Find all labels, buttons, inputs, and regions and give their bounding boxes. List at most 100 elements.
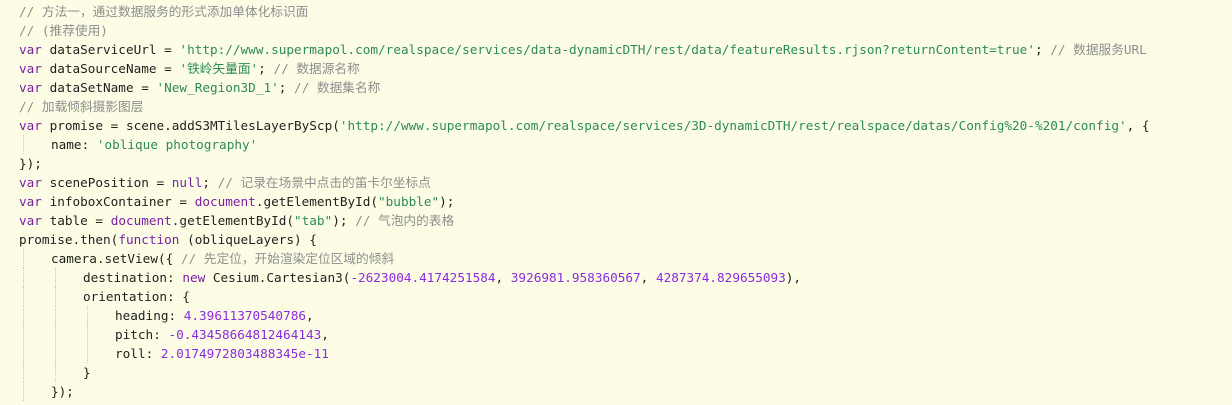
code-token-kw: document bbox=[194, 194, 256, 209]
code-token-pl: : bbox=[145, 346, 161, 361]
code-token-pl: .setView({ bbox=[96, 251, 181, 266]
code-editor[interactable]: // 方法一，通过数据服务的形式添加单体化标识面 // (推荐使用) var dat… bbox=[0, 0, 1232, 405]
code-token-str: "tab" bbox=[294, 213, 333, 228]
indent-guide bbox=[23, 135, 24, 154]
code-token-id: dataServiceUrl bbox=[49, 42, 157, 57]
code-token-id: table bbox=[49, 213, 88, 228]
code-token-id: promise bbox=[19, 232, 73, 247]
code-token-id: roll bbox=[115, 346, 146, 361]
code-line: camera.setView({ // 先定位，开始渲染定位区域的倾斜 bbox=[51, 249, 394, 268]
code-token-id: heading bbox=[115, 308, 169, 323]
code-token-pl: , { bbox=[1126, 118, 1150, 133]
code-token-num: 4.39611370540786 bbox=[183, 308, 306, 323]
code-line: }); bbox=[51, 382, 74, 401]
code-token-id: dataSourceName bbox=[49, 61, 157, 76]
code-line: var dataSourceName = '铁岭矢量面'; // 数据源名称 bbox=[19, 59, 360, 78]
code-token-id: infoboxContainer bbox=[49, 194, 172, 209]
indent-guide bbox=[55, 306, 56, 325]
code-token-cmt: // 数据服务URL bbox=[1050, 42, 1147, 57]
code-token-pl: , bbox=[321, 327, 329, 342]
indent-guide bbox=[87, 344, 88, 363]
code-token-pl: ; bbox=[202, 175, 218, 190]
code-token-str: '铁岭矢量面' bbox=[179, 61, 259, 76]
code-token-id: camera bbox=[51, 251, 97, 266]
code-token-pl: .getElementById( bbox=[255, 194, 379, 209]
code-line: var infoboxContainer = document.getEleme… bbox=[19, 192, 454, 211]
indent-guide bbox=[23, 382, 24, 401]
code-token-str: 'oblique photography' bbox=[96, 137, 258, 152]
code-token-num: 3926981.958360567 bbox=[510, 270, 641, 285]
indent-guide bbox=[23, 287, 24, 306]
indent-guide bbox=[55, 287, 56, 306]
code-token-num: -0.43458664812464143 bbox=[168, 327, 322, 342]
indent-guide bbox=[23, 363, 24, 382]
code-line: promise.then(function (obliqueLayers) { bbox=[19, 230, 317, 249]
code-line: name: 'oblique photography' bbox=[51, 135, 257, 154]
code-token-pl: = bbox=[156, 42, 180, 57]
code-line: var dataServiceUrl = 'http://www.superma… bbox=[19, 40, 1147, 59]
code-token-pl: } bbox=[83, 365, 91, 380]
code-token-pl: }); bbox=[51, 384, 74, 399]
code-line: pitch: -0.43458664812464143, bbox=[115, 325, 329, 344]
code-token-kw: null bbox=[171, 175, 203, 190]
code-token-str: 'http://www.supermapol.com/realspace/ser… bbox=[339, 118, 1127, 133]
code-token-kw: var bbox=[19, 42, 42, 57]
code-line: }); bbox=[19, 154, 42, 173]
code-token-str: 'http://www.supermapol.com/realspace/ser… bbox=[179, 42, 1035, 57]
code-token-pl: (obliqueLayers) { bbox=[179, 232, 317, 247]
indent-guide bbox=[23, 306, 24, 325]
code-token-pl: .getElementById( bbox=[171, 213, 295, 228]
indent-guide bbox=[23, 268, 24, 287]
code-token-id: orientation bbox=[83, 289, 168, 304]
code-token-kw: var bbox=[19, 175, 42, 190]
code-token-pl: = bbox=[133, 80, 157, 95]
code-token-cmt: // 数据源名称 bbox=[273, 61, 360, 76]
code-token-cmt: // 方法一，通过数据服务的形式添加单体化标识面 bbox=[19, 4, 309, 19]
code-line: heading: 4.39611370540786, bbox=[115, 306, 314, 325]
code-token-pl: Cesium.Cartesian3( bbox=[205, 270, 351, 285]
code-token-pl: : bbox=[153, 327, 169, 342]
code-token-pl: }); bbox=[19, 156, 42, 171]
code-token-str: "bubble" bbox=[378, 194, 440, 209]
code-token-pl: ), bbox=[785, 270, 802, 285]
code-token-cmt: // 数据集名称 bbox=[294, 80, 381, 95]
code-token-kw: function bbox=[118, 232, 180, 247]
indent-guide bbox=[55, 325, 56, 344]
indent-guide bbox=[87, 325, 88, 344]
code-line: var dataSetName = 'New_Region3D_1'; // 数… bbox=[19, 78, 380, 97]
code-token-kw: var bbox=[19, 213, 42, 228]
code-token-num: -2623004.4174251584 bbox=[350, 270, 496, 285]
code-line: var promise = scene.addS3MTilesLayerBySc… bbox=[19, 116, 1150, 135]
code-token-kw: document bbox=[110, 213, 172, 228]
code-token-cmt: // 加载倾斜摄影图层 bbox=[19, 99, 144, 114]
indent-guide bbox=[23, 325, 24, 344]
code-line: roll: 2.0174972803488345e-11 bbox=[115, 344, 329, 363]
indent-guide bbox=[55, 268, 56, 287]
code-token-pl: ; bbox=[1034, 42, 1051, 57]
code-token-num: 4287374.829655093 bbox=[655, 270, 786, 285]
code-token-pl: ; bbox=[258, 61, 274, 76]
code-line: // (推荐使用) bbox=[19, 21, 108, 40]
code-token-cmt: // 先定位，开始渲染定位区域的倾斜 bbox=[180, 251, 395, 266]
code-line: orientation: { bbox=[83, 287, 190, 306]
code-line: var table = document.getElementById("tab… bbox=[19, 211, 454, 230]
code-token-pl: = bbox=[87, 213, 111, 228]
code-token-pl: = bbox=[156, 61, 180, 76]
code-token-cmt: // (推荐使用) bbox=[19, 23, 108, 38]
indent-guide bbox=[87, 306, 88, 325]
indent-guide bbox=[55, 344, 56, 363]
code-token-id: destination bbox=[83, 270, 168, 285]
code-token-id: name bbox=[51, 137, 82, 152]
code-token-cmt: // 气泡内的表格 bbox=[355, 213, 455, 228]
code-token-pl: = bbox=[148, 175, 172, 190]
code-token-id: dataSetName bbox=[49, 80, 134, 95]
code-line: // 方法一，通过数据服务的形式添加单体化标识面 bbox=[19, 2, 308, 21]
code-token-kw: new bbox=[182, 270, 206, 285]
